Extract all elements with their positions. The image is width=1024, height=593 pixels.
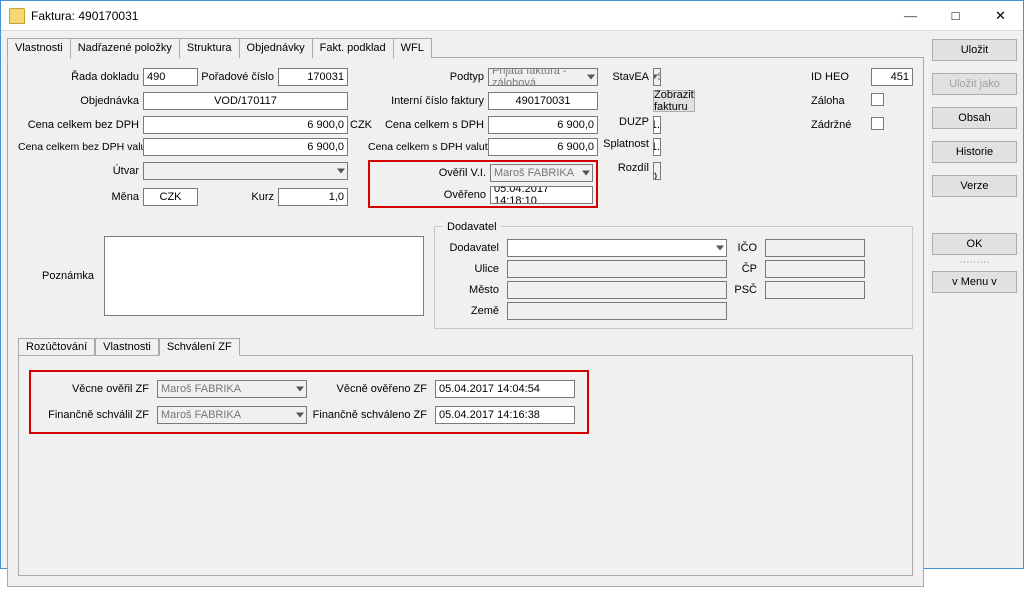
sub-tabs: Rozúčtování Vlastnosti Schválení ZF <box>18 337 913 356</box>
lbl-podtyp: Podtyp <box>368 71 488 83</box>
subtab-rozuctovani[interactable]: Rozúčtování <box>18 338 95 356</box>
lbl-zaloha: Záloha <box>811 95 871 107</box>
app-window: Faktura: 490170031 — □ ✕ Vlastnosti Nadř… <box>0 0 1024 569</box>
lbl-mena: Měna <box>18 191 143 203</box>
lbl-czk: CZK <box>348 119 368 131</box>
rada-dokladu-input[interactable]: 490 <box>143 68 198 86</box>
close-button[interactable]: ✕ <box>978 1 1023 30</box>
lbl-utvar: Útvar <box>18 165 143 177</box>
lbl-duzp: DUZP <box>598 116 653 134</box>
historie-button[interactable]: Historie <box>932 141 1017 163</box>
dodavatel-group: Dodavatel Dodavatel IČO Ulice ČP Mě <box>434 226 913 329</box>
fin-schvaleno-zf-input[interactable]: 05.04.2017 14:16:38 <box>435 406 575 424</box>
lbl-poradove-cislo: Pořadové číslo <box>198 71 278 83</box>
cena-s-dph-input[interactable]: 6 900,0 <box>488 116 598 134</box>
cp-output <box>765 260 865 278</box>
lbl-cena-bez-dph: Cena celkem bez DPH <box>18 119 143 131</box>
ulozit-jako-button[interactable]: Uložit jako <box>932 73 1017 95</box>
mesto-output <box>507 281 727 299</box>
lbl-vecne-overeno-zf: Věcně ověřeno ZF <box>311 383 431 395</box>
poznamka-textarea[interactable] <box>104 236 424 316</box>
window-title: Faktura: 490170031 <box>31 9 888 23</box>
lbl-ulice: Ulice <box>443 263 503 275</box>
interni-cislo-input[interactable]: 490170031 <box>488 92 598 110</box>
main-tabs: Vlastnosti Nadřazené položky Struktura O… <box>7 37 924 58</box>
menu-button[interactable]: v Menu v <box>932 271 1017 293</box>
duzp-input[interactable]: 17.01.2017 <box>653 116 661 134</box>
overil-vi-combo[interactable]: Maroš FABRIKA <box>490 164 593 182</box>
tab-wfl[interactable]: WFL <box>393 38 432 58</box>
lbl-mesto: Město <box>443 284 503 296</box>
ok-button[interactable]: OK <box>932 233 1017 255</box>
lbl-objednavka: Objednávka <box>18 95 143 107</box>
dodavatel-combo[interactable] <box>507 239 727 257</box>
lbl-fin-schvalil-zf: Finančně schválil ZF <box>43 409 153 421</box>
side-panel: Uložit Uložit jako Obsah Historie Verze … <box>932 37 1017 587</box>
lbl-zadrzne: Zádržné <box>811 119 871 131</box>
tab-nadrazene[interactable]: Nadřazené položky <box>70 38 180 58</box>
poradove-cislo-input[interactable]: 170031 <box>278 68 348 86</box>
lbl-psc: PSČ <box>731 284 761 296</box>
subtab-vlastnosti[interactable]: Vlastnosti <box>95 338 159 356</box>
zaloha-checkbox[interactable] <box>871 93 884 106</box>
lbl-rozdil: Rozdíl <box>598 162 653 180</box>
cena-s-dph-valuty-input[interactable]: 6 900,0 <box>488 138 598 156</box>
tab-vlastnosti[interactable]: Vlastnosti <box>7 38 71 58</box>
kurz-input[interactable]: 1,0 <box>278 188 348 206</box>
verze-button[interactable]: Verze <box>932 175 1017 197</box>
overeno-input[interactable]: 05.04.2017 14:18:10 <box>490 186 593 204</box>
obsah-button[interactable]: Obsah <box>932 107 1017 129</box>
lbl-ico: IČO <box>731 242 761 254</box>
fin-schvalil-zf-combo[interactable]: Maroš FABRIKA <box>157 406 307 424</box>
ico-output <box>765 239 865 257</box>
lbl-fin-schvaleno-zf: Finančně schváleno ZF <box>311 409 431 421</box>
gripper-icon: ⋯⋯⋯ <box>932 259 1017 267</box>
lbl-dodavatel: Dodavatel <box>443 242 503 254</box>
maximize-button[interactable]: □ <box>933 1 978 30</box>
vecne-overil-zf-combo[interactable]: Maroš FABRIKA <box>157 380 307 398</box>
psc-output <box>765 281 865 299</box>
lbl-rada-dokladu: Řada dokladu <box>18 71 143 83</box>
lbl-vecne-overil-zf: Věcne ověřil ZF <box>43 383 153 395</box>
tab-struktura[interactable]: Struktura <box>179 38 240 58</box>
lbl-overil-vi: Ověřil V.I. <box>373 167 490 179</box>
objednavka-input[interactable]: VOD/170117 <box>143 92 348 110</box>
subtab-schvaleni-zf[interactable]: Schválení ZF <box>159 338 240 356</box>
tab-fakt-podklad[interactable]: Fakt. podklad <box>312 38 394 58</box>
cena-bez-dph-valuty-input[interactable]: 6 900,0 <box>143 138 348 156</box>
mena-input[interactable]: CZK <box>143 188 198 206</box>
zobrazit-fakturu-button[interactable]: Zobrazit fakturu <box>653 90 695 112</box>
lbl-poznamka: Poznámka <box>18 270 98 282</box>
lbl-kurz: Kurz <box>198 191 278 203</box>
rozdil-output: 6 900,0 <box>653 162 661 180</box>
lbl-cena-bez-dph-valuty: Cena celkem bez DPH valuty <box>18 141 143 153</box>
tab-body: Řada dokladu 490 Pořadové číslo 170031 P… <box>7 58 924 587</box>
vecne-overeno-zf-input[interactable]: 05.04.2017 14:04:54 <box>435 380 575 398</box>
zeme-output <box>507 302 727 320</box>
stavea-combo[interactable]: Schváleno <box>653 68 661 86</box>
minimize-button[interactable]: — <box>888 1 933 30</box>
cena-bez-dph-input[interactable]: 6 900,0 <box>143 116 348 134</box>
splatnost-input[interactable]: 31.01.2017 <box>653 138 661 156</box>
dodavatel-group-title: Dodavatel <box>443 221 501 233</box>
zadrzne-checkbox[interactable] <box>871 117 884 130</box>
lbl-stavea: StavEA <box>598 71 653 83</box>
lbl-interni-cislo: Interní číslo faktury <box>368 95 488 107</box>
ulice-output <box>507 260 727 278</box>
utvar-combo[interactable] <box>143 162 348 180</box>
lbl-overeno: Ověřeno <box>373 189 490 201</box>
idheo-input[interactable]: 451 <box>871 68 913 86</box>
lbl-splatnost: Splatnost <box>598 138 653 156</box>
lbl-cena-s-dph-valuty: Cena celkem s DPH valuty <box>368 141 488 153</box>
lbl-idheo: ID HEO <box>811 71 871 83</box>
ulozit-button[interactable]: Uložit <box>932 39 1017 61</box>
sub-body: Věcne ověřil ZF Maroš FABRIKA Věcně ověř… <box>18 356 913 576</box>
lbl-cp: ČP <box>731 263 761 275</box>
document-icon <box>9 8 25 24</box>
lbl-cena-s-dph: Cena celkem s DPH <box>368 119 488 131</box>
titlebar: Faktura: 490170031 — □ ✕ <box>1 1 1023 31</box>
lbl-zeme: Země <box>443 305 503 317</box>
tab-objednavky[interactable]: Objednávky <box>239 38 313 58</box>
podtyp-combo[interactable]: Přijatá faktura - zálohová <box>488 68 598 86</box>
